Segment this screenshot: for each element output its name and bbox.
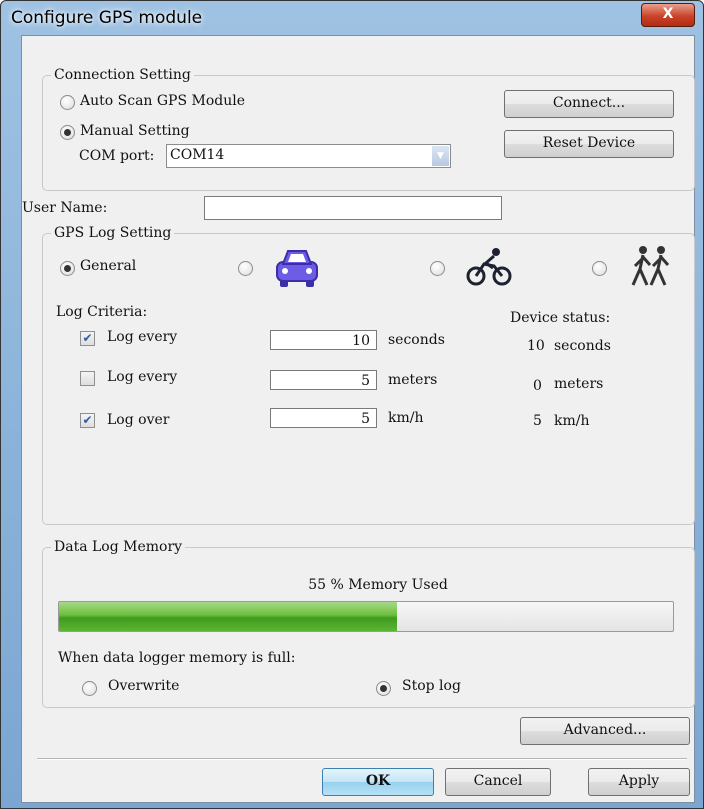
window-title: Configure GPS module	[11, 8, 203, 28]
auto-scan-label: Auto Scan GPS Module	[80, 93, 246, 109]
device-status-label: Device status:	[510, 310, 611, 326]
kmh-unit: km/h	[388, 410, 424, 426]
data-log-memory-legend: Data Log Memory	[51, 538, 186, 556]
apply-button[interactable]: Apply	[588, 768, 690, 796]
chevron-down-icon[interactable]: ▼	[432, 146, 449, 166]
profile-car-radio[interactable]	[238, 261, 253, 276]
configure-gps-window: Configure GPS module X Connection Settin…	[0, 0, 704, 809]
ok-button[interactable]: OK	[322, 768, 434, 796]
profile-general-label: General	[80, 258, 137, 274]
status-seconds-unit: seconds	[554, 338, 611, 354]
log-criteria-label: Log Criteria:	[56, 304, 148, 320]
advanced-button[interactable]: Advanced...	[520, 717, 690, 745]
log-every-meters-checkbox[interactable]	[80, 371, 95, 386]
reset-device-button[interactable]: Reset Device	[504, 130, 674, 158]
log-every-meters-label: Log every	[107, 369, 178, 385]
meters-unit: meters	[388, 372, 438, 388]
log-over-speed-label: Log over	[107, 412, 170, 428]
stop-log-radio[interactable]	[376, 681, 391, 696]
car-icon[interactable]	[274, 247, 320, 289]
bicycle-icon[interactable]	[466, 246, 512, 288]
manual-setting-label: Manual Setting	[80, 123, 190, 139]
log-every-meters-input[interactable]: 5	[270, 370, 377, 390]
auto-scan-radio[interactable]	[60, 95, 75, 110]
memory-progress-bar	[58, 601, 674, 632]
status-speed-value: 5	[533, 413, 542, 429]
hiker-icon[interactable]	[628, 245, 674, 287]
user-name-input[interactable]	[204, 196, 502, 220]
close-button[interactable]: X	[641, 3, 695, 27]
status-meters-value: 0	[533, 378, 542, 394]
connect-button[interactable]: Connect...	[504, 90, 674, 118]
gps-log-setting-legend: GPS Log Setting	[51, 224, 175, 242]
profile-bicycle-radio[interactable]	[430, 261, 445, 276]
status-meters-unit: meters	[554, 376, 604, 392]
memory-progress-fill	[59, 602, 397, 631]
memory-full-label: When data logger memory is full:	[58, 650, 296, 666]
log-over-speed-checkbox[interactable]: ✔	[80, 413, 95, 428]
status-seconds-value: 10	[527, 338, 545, 354]
status-speed-unit: km/h	[554, 413, 590, 429]
connection-setting-legend: Connection Setting	[51, 66, 194, 84]
overwrite-label: Overwrite	[108, 678, 180, 694]
dialog-client-area: Connection Setting Auto Scan GPS Module …	[21, 35, 695, 803]
com-port-label: COM port:	[79, 148, 155, 164]
log-every-seconds-label: Log every	[107, 329, 178, 345]
overwrite-radio[interactable]	[82, 681, 97, 696]
log-every-seconds-checkbox[interactable]: ✔	[80, 331, 95, 346]
user-name-label: User Name:	[22, 200, 108, 216]
title-bar[interactable]: Configure GPS module X	[1, 1, 703, 35]
separator	[37, 758, 687, 760]
log-over-speed-input[interactable]: 5	[270, 408, 377, 428]
log-every-seconds-input[interactable]: 10	[270, 330, 377, 350]
seconds-unit: seconds	[388, 332, 445, 348]
memory-used-text: 55 % Memory Used	[308, 577, 448, 593]
com-port-value: COM14	[170, 147, 225, 163]
profile-hiker-radio[interactable]	[592, 261, 607, 276]
stop-log-label: Stop log	[402, 678, 461, 694]
manual-setting-radio[interactable]	[60, 125, 75, 140]
cancel-button[interactable]: Cancel	[445, 768, 551, 796]
profile-general-radio[interactable]	[60, 261, 75, 276]
com-port-dropdown[interactable]: COM14 ▼	[166, 144, 451, 168]
